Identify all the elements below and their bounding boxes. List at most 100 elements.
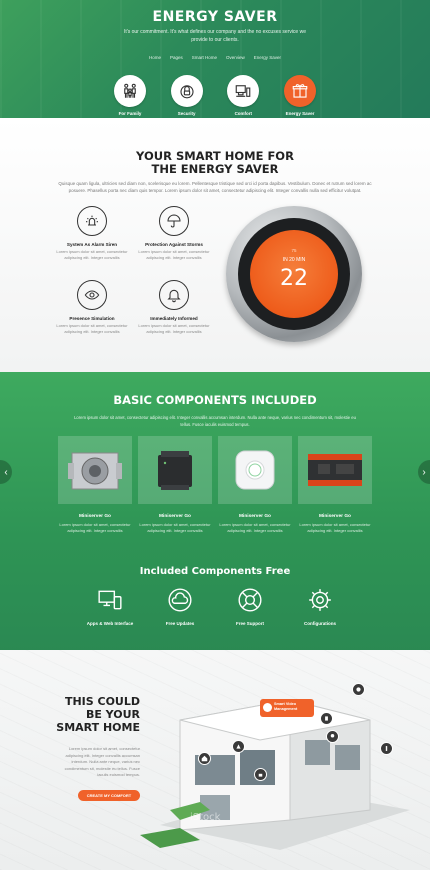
feature-circle bbox=[227, 75, 260, 107]
alarm-icon bbox=[86, 215, 98, 226]
free-item-label: Free Support bbox=[235, 621, 264, 626]
component-card[interactable]: Miniserver Go Lorem ipsum dolor sit amet… bbox=[58, 436, 132, 534]
lock-icon bbox=[180, 85, 194, 99]
family-icon bbox=[124, 83, 136, 98]
thermostat-bezel: 75 IN 20 MIN 22 bbox=[238, 218, 350, 330]
card-text: Lorem ipsum dolor sit amet, consectetur … bbox=[219, 522, 291, 533]
section-title: YOUR SMART HOME FOR THE ENERGY SAVER bbox=[0, 150, 430, 176]
free-components-title: Included Components Free bbox=[139, 566, 291, 577]
component-image bbox=[218, 436, 292, 504]
hero-subtitle: It's our commitment. It's what defines o… bbox=[124, 29, 306, 43]
breadcrumb-energy-saver[interactable]: Energy Saver bbox=[254, 55, 281, 60]
thermo-icon bbox=[385, 746, 388, 751]
section-description: Lorem ipsum dolor sit amet, consectetur … bbox=[64, 746, 140, 777]
box-icon bbox=[292, 84, 308, 98]
feature-label: For Family bbox=[118, 111, 142, 116]
feature-circle-active bbox=[283, 75, 316, 107]
feature-energy-saver[interactable]: Energy Saver bbox=[275, 75, 325, 116]
breadcrumb: Home Pages Smart Home Overview Energy Sa… bbox=[0, 55, 430, 60]
feature-title: Immediately Informed bbox=[150, 316, 198, 321]
section-title: BASIC COMPONENTS INCLUDED bbox=[113, 393, 317, 407]
feature-title: Protection Against Storms bbox=[145, 242, 203, 247]
smart-device-pin[interactable] bbox=[232, 740, 245, 753]
component-card[interactable]: Miniserver Go Lorem ipsum dolor sit amet… bbox=[298, 436, 372, 534]
page-title: ENERGY SAVER bbox=[152, 9, 278, 25]
create-comfort-button[interactable]: CREATE MY COMFORT bbox=[78, 790, 140, 801]
server-module-icon bbox=[68, 452, 122, 490]
feature-storms: Protection Against Storms Lorem ipsum do… bbox=[134, 206, 214, 261]
section-description: Lorem ipsum dolor sit amet, consectetur … bbox=[74, 415, 356, 427]
card-text: Lorem ipsum dolor sit amet, consectetur … bbox=[59, 522, 131, 533]
feature-informed: Immediately Informed Lorem ipsum dolor s… bbox=[134, 280, 214, 335]
feature-ring bbox=[159, 206, 189, 236]
thermostat-temperature: 22 bbox=[280, 266, 308, 291]
light-icon bbox=[330, 734, 335, 738]
smart-home-section: YOUR SMART HOME FOR THE ENERGY SAVER Qui… bbox=[0, 118, 430, 388]
feature-title: Presence Simulation bbox=[69, 316, 115, 321]
smart-device-pin[interactable] bbox=[352, 683, 365, 696]
component-image bbox=[298, 436, 372, 504]
feature-ring bbox=[77, 206, 107, 236]
smart-home-house-section: THIS COULD BE YOUR SMART HOME Lorem ipsu… bbox=[0, 650, 430, 870]
smart-video-tag[interactable]: Smart Video Management bbox=[260, 699, 314, 717]
extension-module-icon bbox=[308, 454, 362, 486]
free-item-updates: Free Updates bbox=[152, 587, 208, 626]
free-item-apps: Apps & Web Interface bbox=[82, 587, 138, 626]
house-illustration bbox=[140, 699, 410, 850]
feature-ring bbox=[77, 280, 107, 310]
video-icon bbox=[263, 703, 272, 712]
free-item-label: Configurations bbox=[304, 621, 336, 626]
feature-ring bbox=[159, 280, 189, 310]
breadcrumb-overview[interactable]: Overview bbox=[226, 55, 245, 60]
component-cards: Miniserver Go Lorem ipsum dolor sit amet… bbox=[58, 436, 372, 534]
watermark: iStock bbox=[190, 812, 221, 823]
free-item-label: Free Updates bbox=[165, 621, 195, 626]
smart-device-pin[interactable] bbox=[254, 768, 267, 781]
card-title: Miniserver Go bbox=[159, 514, 191, 519]
camera-icon bbox=[356, 687, 361, 692]
component-card[interactable]: Miniserver Go Lorem ipsum dolor sit amet… bbox=[138, 436, 212, 534]
feature-label: Energy Saver bbox=[285, 111, 315, 116]
card-text: Lorem ipsum dolor sit amet, consectetur … bbox=[299, 522, 371, 533]
component-image bbox=[138, 436, 212, 504]
breadcrumb-home[interactable]: Home bbox=[149, 55, 161, 60]
title-line: THIS COULD bbox=[64, 695, 140, 708]
comfort-icon bbox=[236, 85, 251, 97]
breadcrumb-pages[interactable]: Pages bbox=[170, 55, 183, 60]
thermostat-top-label: 75 bbox=[291, 248, 297, 253]
feature-comfort[interactable]: Comfort bbox=[218, 75, 268, 116]
umbrella-icon bbox=[167, 214, 181, 228]
smart-device-pin[interactable] bbox=[326, 730, 339, 743]
components-section: BASIC COMPONENTS INCLUDED Lorem ipsum do… bbox=[0, 372, 430, 672]
gear-icon bbox=[309, 589, 331, 611]
feature-text: Lorem ipsum dolor sit amet, consectetur … bbox=[56, 323, 128, 334]
feature-alarm: System As Alarm Siren Lorem ipsum dolor … bbox=[52, 206, 132, 261]
feature-title: System As Alarm Siren bbox=[66, 242, 118, 247]
card-title: Miniserver Go bbox=[319, 514, 351, 519]
smart-device-pin[interactable] bbox=[380, 742, 393, 755]
thermostat-image: 75 IN 20 MIN 22 bbox=[226, 206, 362, 342]
free-item-support: Free Support bbox=[222, 587, 278, 626]
sensor-icon bbox=[236, 744, 241, 749]
thermostat-mode: IN 20 MIN bbox=[282, 257, 306, 263]
plug-icon bbox=[325, 716, 328, 721]
tag-line: Management bbox=[274, 707, 298, 711]
lock-icon bbox=[258, 773, 263, 777]
smart-device-pin[interactable] bbox=[320, 712, 333, 725]
feature-security[interactable]: Security bbox=[162, 75, 212, 116]
feature-label: Comfort bbox=[234, 111, 253, 116]
home-icon bbox=[201, 755, 208, 762]
section-description: Quisque quam ligula, ultricies sed diam … bbox=[58, 181, 372, 193]
component-card[interactable]: Miniserver Go Lorem ipsum dolor sit amet… bbox=[218, 436, 292, 534]
smart-device-pin[interactable] bbox=[198, 752, 211, 765]
free-components-row: Apps & Web Interface Free Updates Free S… bbox=[82, 587, 348, 626]
eye-icon bbox=[84, 290, 100, 300]
breadcrumb-smart-home[interactable]: Smart Home bbox=[192, 55, 217, 60]
feature-for-family[interactable]: For Family bbox=[105, 75, 155, 116]
free-item-config: Configurations bbox=[292, 587, 348, 626]
cloud-update-icon bbox=[168, 588, 192, 612]
feature-text: Lorem ipsum dolor sit amet, consectetur … bbox=[138, 323, 210, 334]
bell-icon bbox=[167, 289, 181, 303]
feature-circle bbox=[114, 75, 146, 107]
feature-nav: For Family Security Comfort Energy Saver bbox=[105, 75, 325, 116]
